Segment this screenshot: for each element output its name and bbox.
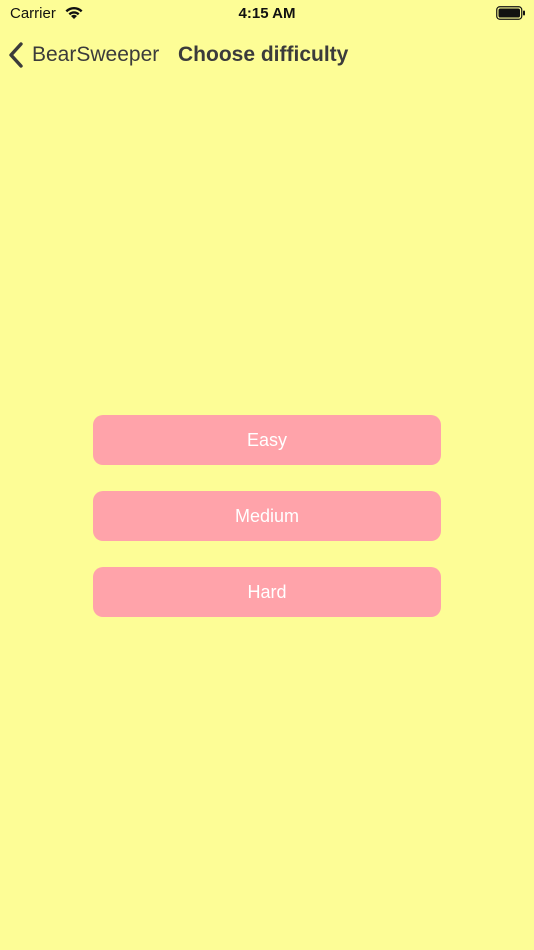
- navigation-bar: BearSweeper Choose difficulty: [0, 38, 534, 72]
- difficulty-list: Easy Medium Hard: [93, 415, 441, 643]
- chevron-left-icon: [9, 42, 23, 68]
- battery-icon: [496, 6, 525, 20]
- page-title: Choose difficulty: [178, 43, 349, 66]
- back-button[interactable]: BearSweeper: [8, 38, 159, 72]
- status-bar: Carrier 4:15 AM: [0, 0, 534, 28]
- easy-button[interactable]: Easy: [93, 415, 441, 465]
- hard-button[interactable]: Hard: [93, 567, 441, 617]
- medium-button[interactable]: Medium: [93, 491, 441, 541]
- clock-time: 4:15 AM: [238, 5, 296, 22]
- back-button-label: BearSweeper: [32, 43, 160, 66]
